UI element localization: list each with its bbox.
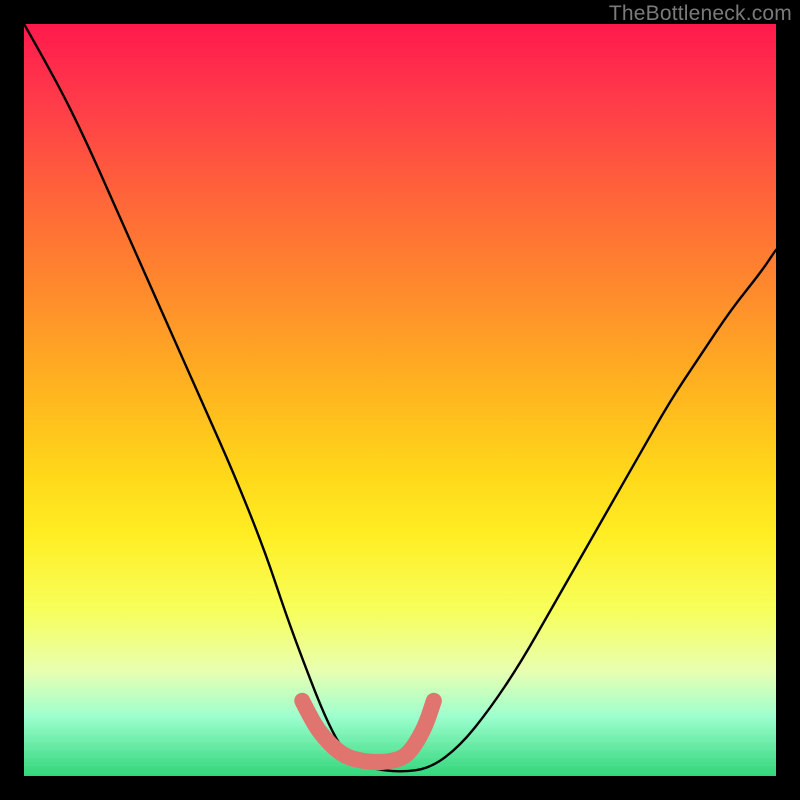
attribution-watermark: TheBottleneck.com xyxy=(609,2,792,26)
curve-overlay xyxy=(24,24,776,776)
plot-area xyxy=(24,24,776,776)
bottleneck-curve-path xyxy=(24,24,776,771)
chart-frame: TheBottleneck.com xyxy=(0,0,800,800)
